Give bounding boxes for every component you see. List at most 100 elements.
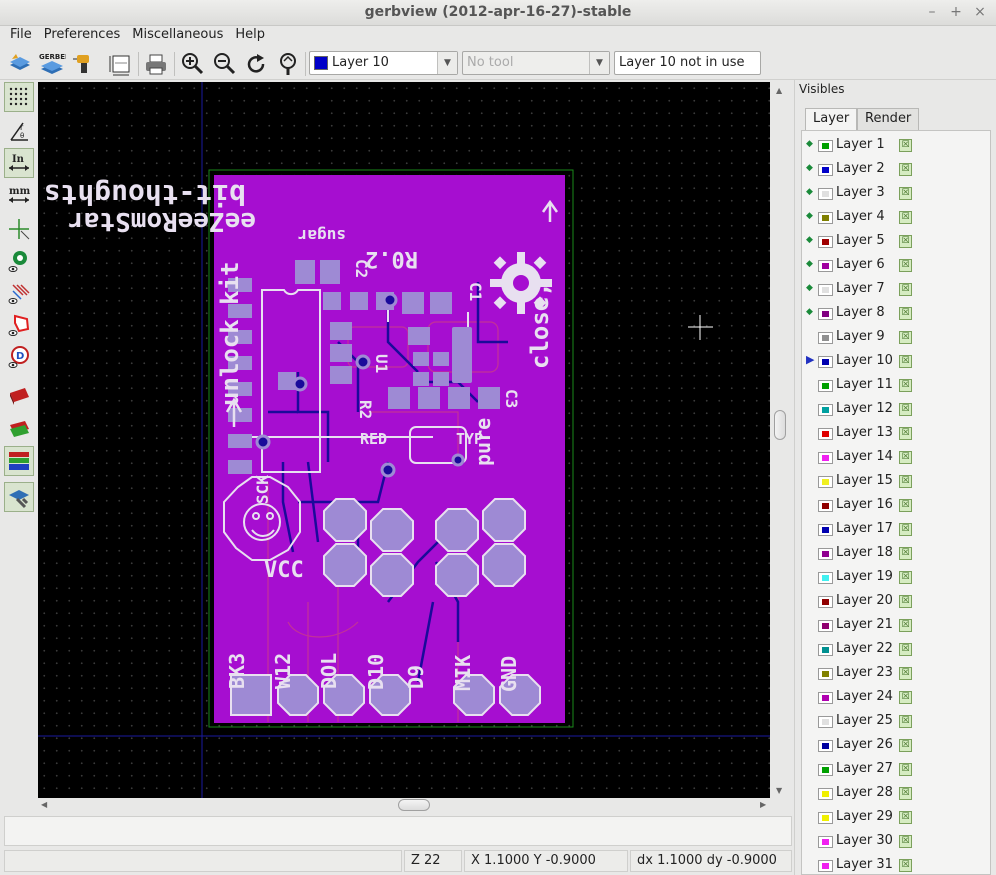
cursor-shape-icon[interactable] <box>4 214 34 244</box>
layer-label[interactable]: Layer 24 <box>836 689 893 704</box>
layer-label[interactable]: Layer 13 <box>836 425 893 440</box>
layer-row[interactable]: Layer 28 ☒ <box>802 781 990 805</box>
show-dcodes-icon[interactable]: D <box>4 342 34 372</box>
layer-color-swatch[interactable] <box>818 788 833 800</box>
layer-visibility-checkbox[interactable]: ☒ <box>899 787 912 800</box>
layer-visibility-checkbox[interactable]: ☒ <box>899 475 912 488</box>
load-layers-icon[interactable] <box>6 50 34 78</box>
layer-label[interactable]: Layer 11 <box>836 377 893 392</box>
layer-row[interactable]: Layer 14 ☒ <box>802 445 990 469</box>
layers-stack-icon[interactable] <box>4 446 34 476</box>
layer-color-swatch[interactable] <box>818 428 833 440</box>
layer-color-swatch[interactable] <box>818 644 833 656</box>
layer-row[interactable]: Layer 26 ☒ <box>802 733 990 757</box>
menu-file[interactable]: File <box>0 26 38 42</box>
layer-row[interactable]: ◆ Layer 3 ☒ <box>802 181 990 205</box>
layer-label[interactable]: Layer 12 <box>836 401 893 416</box>
layer-visibility-checkbox[interactable]: ☒ <box>899 139 912 152</box>
layer-visibility-checkbox[interactable]: ☒ <box>899 451 912 464</box>
layer-label[interactable]: Layer 28 <box>836 785 893 800</box>
tool-select[interactable]: No tool ▼ <box>462 51 610 75</box>
tab-layer[interactable]: Layer <box>805 108 858 131</box>
scroll-down-icon[interactable]: ▼ <box>776 786 782 795</box>
layer-label[interactable]: Layer 29 <box>836 809 893 824</box>
layer-label[interactable]: Layer 7 <box>836 281 885 296</box>
layer-color-swatch[interactable] <box>818 212 833 224</box>
layer-visibility-checkbox[interactable]: ☒ <box>899 811 912 824</box>
layer-visibility-checkbox[interactable]: ☒ <box>899 283 912 296</box>
layer-visibility-checkbox[interactable]: ☒ <box>899 403 912 416</box>
layer-visibility-checkbox[interactable]: ☒ <box>899 643 912 656</box>
layer-color-swatch[interactable] <box>818 764 833 776</box>
zoom-out-icon[interactable] <box>210 50 238 78</box>
layer-visibility-checkbox[interactable]: ☒ <box>899 187 912 200</box>
layer-color-swatch[interactable] <box>818 380 833 392</box>
layer-label[interactable]: Layer 4 <box>836 209 885 224</box>
layer-label[interactable]: Layer 14 <box>836 449 893 464</box>
layer-color-swatch[interactable] <box>818 692 833 704</box>
layer-visibility-checkbox[interactable]: ☒ <box>899 739 912 752</box>
layer-visibility-checkbox[interactable]: ☒ <box>899 547 912 560</box>
layer-color-swatch[interactable] <box>818 836 833 848</box>
layer-row[interactable]: Layer 22 ☒ <box>802 637 990 661</box>
layer-color-swatch[interactable] <box>818 548 833 560</box>
layer-label[interactable]: Layer 27 <box>836 761 893 776</box>
layer-row[interactable]: Layer 13 ☒ <box>802 421 990 445</box>
layer-color-swatch[interactable] <box>818 860 833 872</box>
layer-color-swatch[interactable] <box>818 572 833 584</box>
drawing-canvas[interactable]: bit-thoughts.com eeZeeRomStar sugar R0.2… <box>38 82 770 798</box>
layer-row[interactable]: Layer 23 ☒ <box>802 661 990 685</box>
layer-label[interactable]: Layer 2 <box>836 161 885 176</box>
close-icon[interactable]: × <box>972 4 988 20</box>
layer-color-swatch[interactable] <box>818 668 833 680</box>
layer-row[interactable]: ◆ Layer 7 ☒ <box>802 277 990 301</box>
layer-label[interactable]: Layer 1 <box>836 137 885 152</box>
layer-color-swatch[interactable] <box>818 188 833 200</box>
layer-color-swatch[interactable] <box>818 716 833 728</box>
layer-color-swatch[interactable] <box>818 356 833 368</box>
load-gerber-icon[interactable]: GERBER <box>38 50 66 78</box>
layer-select[interactable]: Layer 10 ▼ <box>309 51 458 75</box>
layer-color-swatch[interactable] <box>818 308 833 320</box>
layer-label[interactable]: Layer 31 <box>836 857 893 872</box>
layer-row[interactable]: Layer 24 ☒ <box>802 685 990 709</box>
layer-label[interactable]: Layer 19 <box>836 569 893 584</box>
layer-row[interactable]: ▶ Layer 10 ☒ <box>802 349 990 373</box>
layer-color-swatch[interactable] <box>818 236 833 248</box>
pcb-frame-icon[interactable] <box>106 50 134 78</box>
layer-visibility-checkbox[interactable]: ☒ <box>899 259 912 272</box>
layer-label[interactable]: Layer 6 <box>836 257 885 272</box>
layer-row[interactable]: Layer 17 ☒ <box>802 517 990 541</box>
layer-label[interactable]: Layer 26 <box>836 737 893 752</box>
grid-toggle-icon[interactable] <box>4 82 34 112</box>
layer-row[interactable]: ◆ Layer 5 ☒ <box>802 229 990 253</box>
show-lines-icon[interactable] <box>4 278 34 308</box>
layer-visibility-checkbox[interactable]: ☒ <box>899 691 912 704</box>
layer-row[interactable]: Layer 18 ☒ <box>802 541 990 565</box>
layer-visibility-checkbox[interactable]: ☒ <box>899 667 912 680</box>
layer-label[interactable]: Layer 18 <box>836 545 893 560</box>
layer-label[interactable]: Layer 5 <box>836 233 885 248</box>
layer-color-swatch[interactable] <box>818 284 833 296</box>
chevron-down-icon[interactable]: ▼ <box>437 52 457 74</box>
layer-visibility-checkbox[interactable]: ☒ <box>899 715 912 728</box>
scroll-right-icon[interactable]: ▶ <box>760 800 766 809</box>
layer-color-swatch[interactable] <box>818 332 833 344</box>
layer-color-swatch[interactable] <box>818 596 833 608</box>
units-mm-icon[interactable]: mm <box>4 180 34 210</box>
layer-label[interactable]: Layer 25 <box>836 713 893 728</box>
layer-color-swatch[interactable] <box>818 476 833 488</box>
minimize-icon[interactable]: – <box>924 4 940 20</box>
layer-row[interactable]: Layer 20 ☒ <box>802 589 990 613</box>
layer-color-swatch[interactable] <box>818 500 833 512</box>
chevron-down-icon[interactable]: ▼ <box>589 52 609 74</box>
layer-visibility-checkbox[interactable]: ☒ <box>899 235 912 248</box>
maximize-icon[interactable]: + <box>948 4 964 20</box>
redraw-icon[interactable] <box>242 50 270 78</box>
layer-visibility-checkbox[interactable]: ☒ <box>899 571 912 584</box>
layer-visibility-checkbox[interactable]: ☒ <box>899 859 912 872</box>
layer-color-swatch[interactable] <box>818 404 833 416</box>
layer-row[interactable]: ◆ Layer 8 ☒ <box>802 301 990 325</box>
layer-row[interactable]: ◆ Layer 2 ☒ <box>802 157 990 181</box>
layer-row[interactable]: ◆ Layer 4 ☒ <box>802 205 990 229</box>
